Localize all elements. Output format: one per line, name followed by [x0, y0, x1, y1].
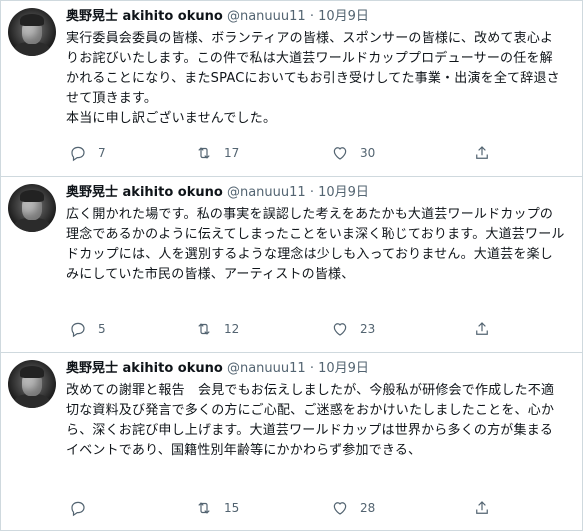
reply-count: 5 — [98, 322, 106, 336]
tweet-date[interactable]: 10月9日 — [318, 185, 369, 200]
share-icon — [476, 322, 488, 335]
tweet-actions: 5 12 23 — [63, 319, 503, 339]
tweet-text: 改めての謝罪と報告 会見でもお伝えしましたが、今般私が研修会で作成した不適切な資… — [66, 383, 555, 458]
timeline: 奥野晃士 akihito okuno @nanuuu11 · 10月9日 実行委… — [0, 0, 583, 531]
retweet-button[interactable]: 17 — [195, 143, 239, 163]
reply-icon — [71, 501, 85, 517]
separator-dot: · — [309, 9, 314, 24]
retweet-icon — [198, 502, 210, 514]
tweet-text: 広く開かれた場です。私の事実を誤認した考えをあたかも大道芸ワールドカップの理念で… — [66, 207, 565, 282]
heart-icon — [333, 147, 347, 160]
share-button[interactable] — [473, 319, 491, 339]
separator-dot: · — [309, 185, 314, 200]
retweet-button[interactable]: 15 — [195, 498, 239, 518]
like-count: 30 — [360, 146, 376, 160]
share-icon — [476, 501, 488, 514]
display-name[interactable]: 奥野晃士 akihito okuno — [66, 9, 223, 24]
share-button[interactable] — [473, 498, 491, 518]
user-handle[interactable]: @nanuuu11 — [227, 9, 306, 24]
separator-dot: · — [309, 361, 314, 376]
retweet-count: 12 — [224, 322, 240, 336]
display-name[interactable]: 奥野晃士 akihito okuno — [66, 361, 223, 376]
display-name[interactable]: 奥野晃士 akihito okuno — [66, 185, 223, 200]
tweet[interactable]: 奥野晃士 akihito okuno @nanuuu11 · 10月9日 実行委… — [1, 1, 582, 177]
tweet-date[interactable]: 10月9日 — [318, 9, 369, 24]
retweet-button[interactable]: 12 — [195, 319, 239, 339]
tweet-header: 奥野晃士 akihito okuno @nanuuu11 · 10月9日 — [66, 8, 369, 26]
retweet-count: 17 — [224, 146, 240, 160]
heart-icon — [333, 323, 347, 336]
reply-button[interactable]: 7 — [69, 143, 106, 163]
tweet-actions: 7 17 30 — [63, 143, 503, 163]
retweet-icon — [198, 147, 210, 159]
reply-icon — [71, 146, 85, 162]
like-button[interactable]: 23 — [331, 319, 375, 339]
tweet[interactable]: 奥野晃士 akihito okuno @nanuuu11 · 10月9日 改めて… — [1, 353, 582, 529]
user-handle[interactable]: @nanuuu11 — [227, 361, 306, 376]
tweet-text: 実行委員会委員の皆様、ボランティアの皆様、スポンサーの皆様に、改めて衷心よりお詫… — [66, 31, 560, 126]
share-icon — [476, 146, 488, 159]
like-count: 28 — [360, 501, 376, 515]
like-button[interactable]: 30 — [331, 143, 375, 163]
share-button[interactable] — [473, 143, 491, 163]
tweet-date[interactable]: 10月9日 — [318, 361, 369, 376]
retweet-icon — [198, 323, 210, 335]
tweet[interactable]: 奥野晃士 akihito okuno @nanuuu11 · 10月9日 広く開… — [1, 177, 582, 353]
tweet-header: 奥野晃士 akihito okuno @nanuuu11 · 10月9日 — [66, 360, 369, 378]
retweet-count: 15 — [224, 501, 240, 515]
tweet-actions: 15 28 — [63, 498, 503, 518]
reply-button[interactable]: 5 — [69, 319, 106, 339]
avatar[interactable] — [8, 8, 56, 56]
like-count: 23 — [360, 322, 376, 336]
like-button[interactable]: 28 — [331, 498, 375, 518]
reply-count: 7 — [98, 146, 106, 160]
avatar[interactable] — [8, 184, 56, 232]
user-handle[interactable]: @nanuuu11 — [227, 185, 306, 200]
avatar[interactable] — [8, 360, 56, 408]
tweet-header: 奥野晃士 akihito okuno @nanuuu11 · 10月9日 — [66, 184, 369, 202]
reply-icon — [71, 322, 85, 338]
heart-icon — [333, 502, 347, 515]
reply-button[interactable] — [69, 498, 98, 518]
